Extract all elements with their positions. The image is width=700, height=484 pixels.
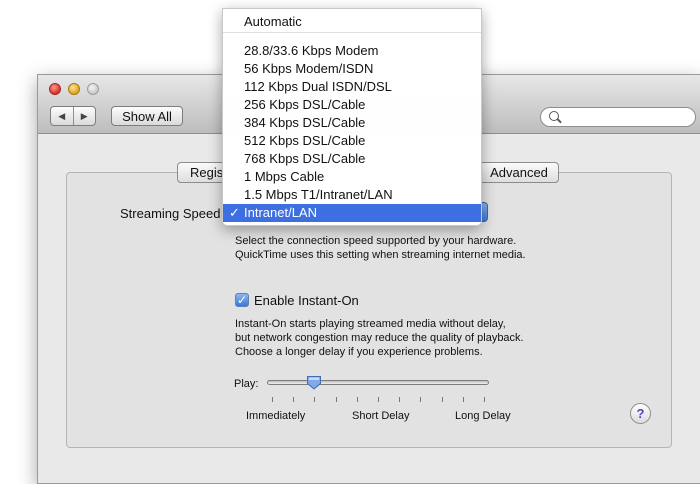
back-forward-control: ◀ ▶ xyxy=(50,106,96,126)
slider-tick xyxy=(314,397,315,402)
slider-tick xyxy=(336,397,337,402)
menu-separator xyxy=(223,32,481,33)
search-field[interactable] xyxy=(540,107,696,127)
slider-tick xyxy=(357,397,358,402)
selected-check-icon: ✓ xyxy=(229,205,240,220)
streaming-speed-menu: Automatic 28.8/33.6 Kbps Modem 56 Kbps M… xyxy=(222,8,482,226)
slider-tick xyxy=(378,397,379,402)
streaming-speed-label: Streaming Speed xyxy=(120,206,221,221)
back-button[interactable]: ◀ xyxy=(51,107,74,125)
instant-on-description: Instant-On starts playing streamed media… xyxy=(235,317,524,359)
slider-tick xyxy=(293,397,294,402)
menu-item-automatic[interactable]: Automatic xyxy=(223,13,481,31)
slider-tick xyxy=(442,397,443,402)
menu-item-512k-dsl[interactable]: 512 Kbps DSL/Cable xyxy=(223,132,481,150)
slider-min-label: Immediately xyxy=(246,410,306,422)
streaming-description: Select the connection speed supported by… xyxy=(235,234,526,262)
instant-on-description-line2: but network congestion may reduce the qu… xyxy=(235,332,524,344)
menu-item-intranet-lan-label: Intranet/LAN xyxy=(244,205,317,220)
slider-tick xyxy=(484,397,485,402)
slider-tick xyxy=(463,397,464,402)
close-window-button[interactable] xyxy=(49,83,61,95)
play-delay-slider-knob[interactable] xyxy=(306,375,322,390)
menu-item-384k-dsl[interactable]: 384 Kbps DSL/Cable xyxy=(223,114,481,132)
enable-instant-on-checkbox[interactable]: ✓ xyxy=(235,293,249,307)
instant-on-description-line3: Choose a longer delay if you experience … xyxy=(235,346,483,358)
forward-button[interactable]: ▶ xyxy=(74,107,96,125)
menu-item-28-8-modem[interactable]: 28.8/33.6 Kbps Modem xyxy=(223,42,481,60)
help-button[interactable]: ? xyxy=(630,403,651,424)
slider-tick xyxy=(420,397,421,402)
play-label: Play: xyxy=(234,378,259,390)
menu-item-768k-dsl[interactable]: 768 Kbps DSL/Cable xyxy=(223,150,481,168)
menu-item-1-5mbps-t1[interactable]: 1.5 Mbps T1/Intranet/LAN xyxy=(223,186,481,204)
menu-item-intranet-lan[interactable]: ✓ Intranet/LAN xyxy=(223,204,481,222)
slider-tick xyxy=(272,397,273,402)
play-delay-slider-track[interactable] xyxy=(267,380,489,385)
menu-item-112k-dual-isdn[interactable]: 112 Kbps Dual ISDN/DSL xyxy=(223,78,481,96)
slider-tick xyxy=(399,397,400,402)
slider-mid-label: Short Delay xyxy=(352,410,410,422)
minimize-window-button[interactable] xyxy=(68,83,80,95)
show-all-button[interactable]: Show All xyxy=(111,106,183,126)
tab-registration[interactable]: Regis xyxy=(177,162,227,183)
menu-item-56k-modem[interactable]: 56 Kbps Modem/ISDN xyxy=(223,60,481,78)
zoom-window-button[interactable] xyxy=(87,83,99,95)
menu-item-1mbps-cable[interactable]: 1 Mbps Cable xyxy=(223,168,481,186)
menu-item-256k-dsl[interactable]: 256 Kbps DSL/Cable xyxy=(223,96,481,114)
slider-max-label: Long Delay xyxy=(455,410,511,422)
streaming-description-line2: QuickTime uses this setting when streami… xyxy=(235,249,526,261)
checkmark-icon: ✓ xyxy=(236,293,248,307)
enable-instant-on-label[interactable]: Enable Instant-On xyxy=(254,293,359,308)
instant-on-description-line1: Instant-On starts playing streamed media… xyxy=(235,318,506,330)
search-icon xyxy=(549,111,559,121)
tab-advanced[interactable]: Advanced xyxy=(479,162,559,183)
streaming-description-line1: Select the connection speed supported by… xyxy=(235,235,517,247)
